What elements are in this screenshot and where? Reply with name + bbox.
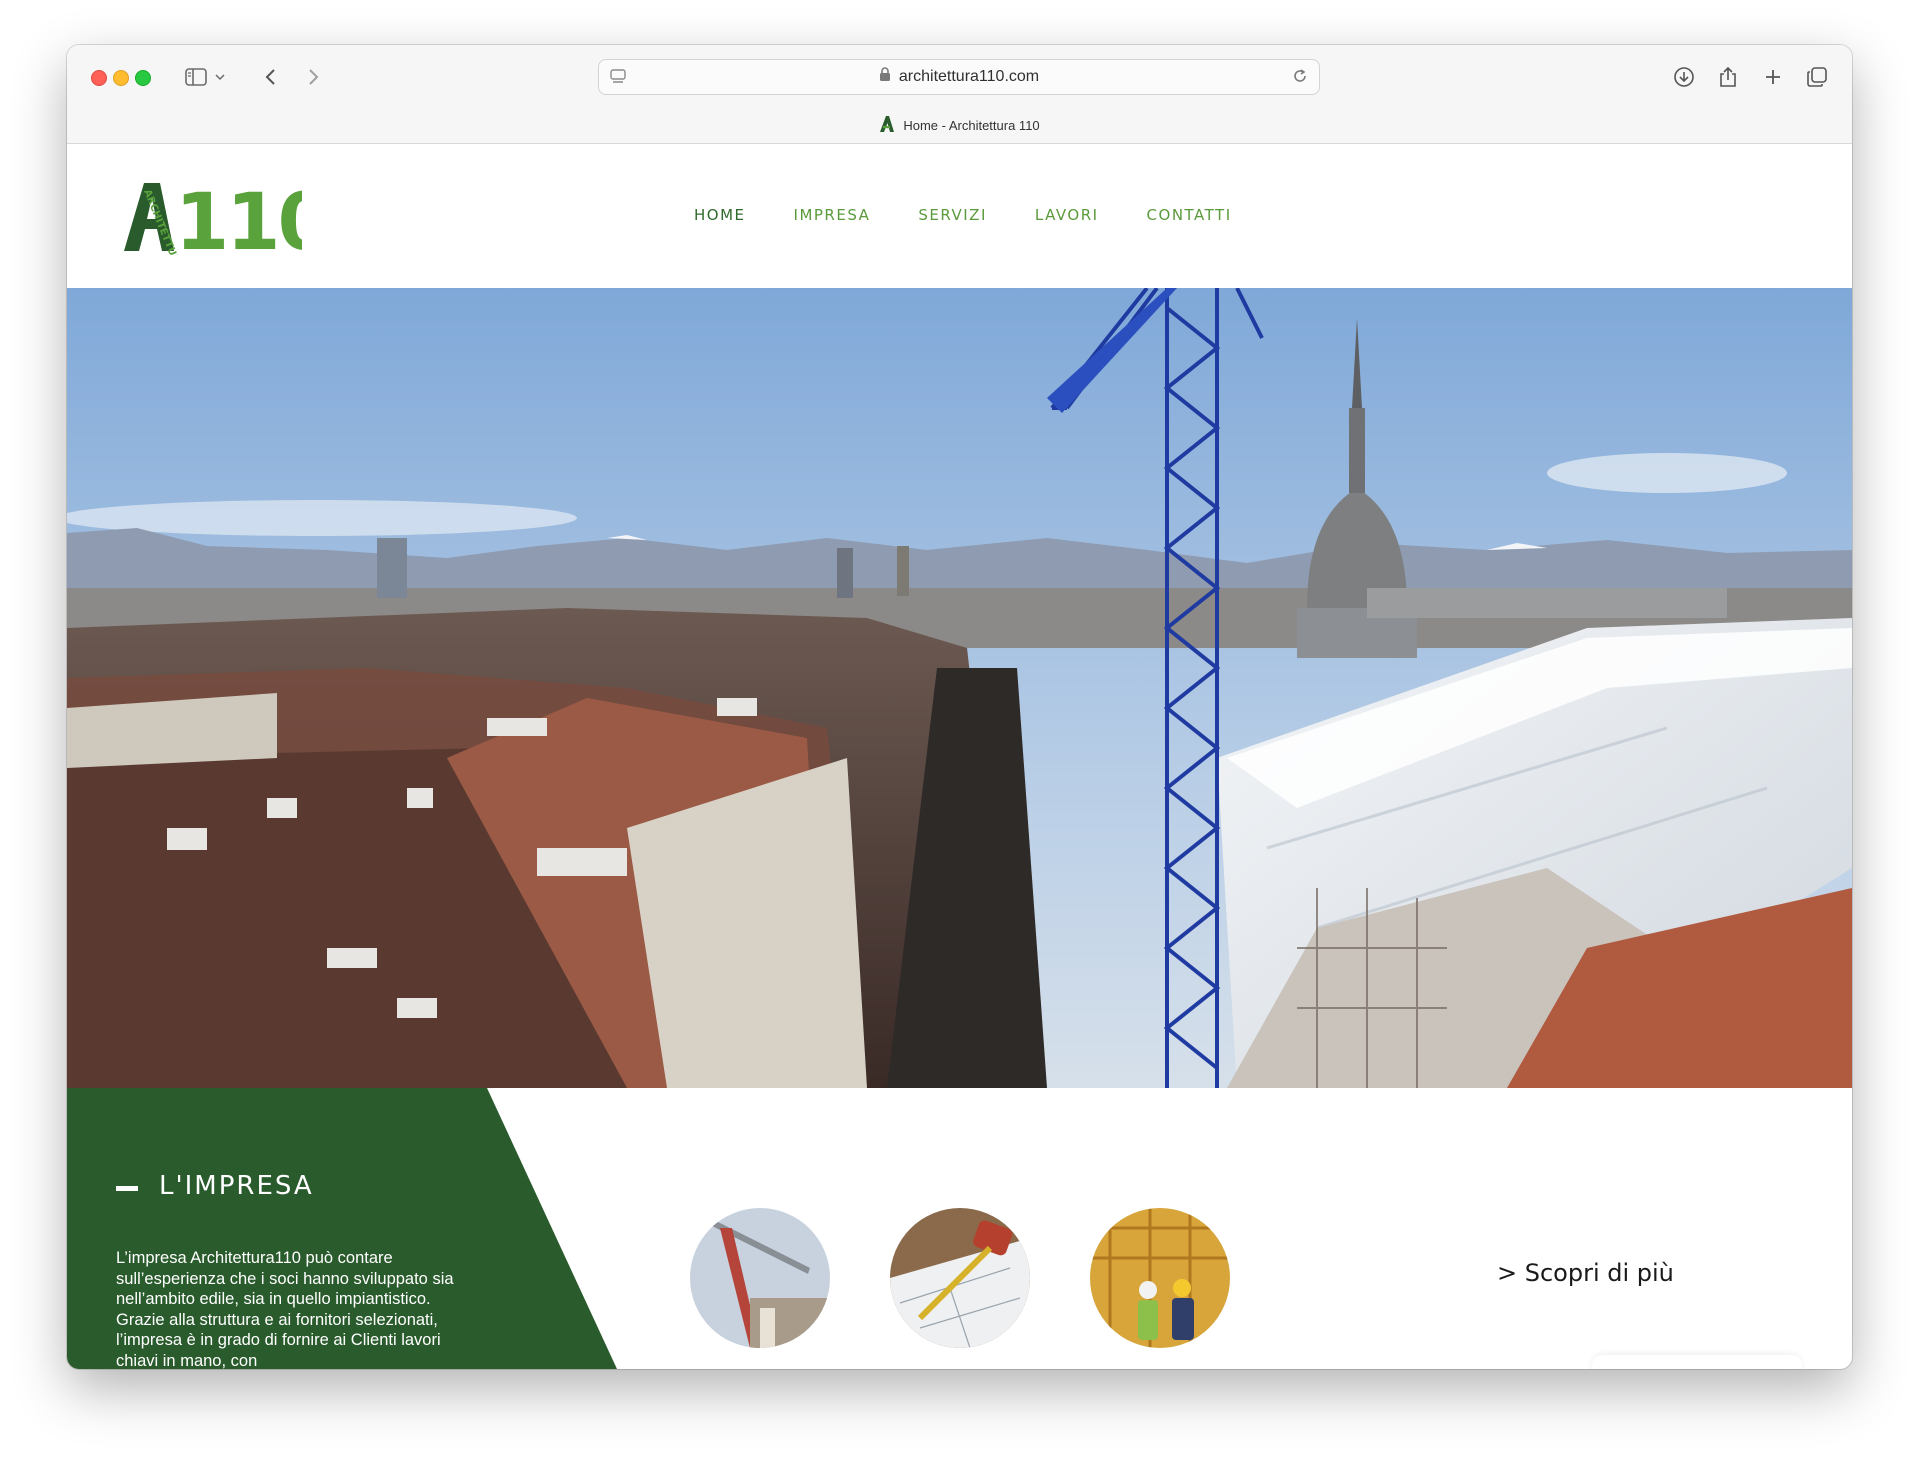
nav-item-contatti[interactable]: CONTATTI [1147,206,1232,224]
browser-window: architettura110.com Home - Architettura … [67,45,1852,1369]
impresa-dash [116,1186,138,1191]
nav-item-impresa[interactable]: IMPRESA [794,206,871,224]
share-icon[interactable] [1713,62,1743,92]
browser-toolbar: architettura110.com Home - Architettura … [67,45,1852,144]
active-tab[interactable]: Home - Architettura 110 [67,115,1852,135]
workers-photo-circle[interactable] [1090,1208,1230,1348]
minimize-window-button[interactable] [113,70,129,86]
tab-title-text: Home - Architettura 110 [903,117,1040,133]
site-logo[interactable]: 110 ARCHITETTURA [122,178,332,272]
nav-item-servizi[interactable]: SERVIZI [918,206,987,224]
forward-icon[interactable] [299,62,329,92]
tabs-overview-icon[interactable] [1802,62,1832,92]
chat-widget-stub[interactable] [1592,1355,1802,1369]
logo-number: 110 [175,179,302,255]
lock-icon [879,67,891,87]
zoom-window-button[interactable] [135,70,151,86]
impresa-title: L'IMPRESA [159,1171,314,1201]
download-icon[interactable] [1669,62,1699,92]
tape-measure-photo-circle[interactable] [890,1208,1030,1348]
chevron-down-icon[interactable] [212,62,228,92]
close-window-button[interactable] [91,70,107,86]
hero-image [67,288,1852,1088]
url-text: architettura110.com [898,68,1040,85]
page-menu-icon[interactable] [609,67,627,90]
scopri-di-piu-link[interactable]: > Scopri di più [1497,1259,1674,1287]
main-nav: HOME IMPRESA SERVIZI LAVORI CONTATTI [694,206,1280,224]
address-bar[interactable]: architettura110.com [598,59,1320,95]
sidebar-icon[interactable] [181,62,211,92]
site-header: 110 ARCHITETTURA HOME IMPRESA SERVIZI LA… [67,144,1852,288]
site-favicon-icon [879,115,895,136]
impresa-text: L’impresa Architettura110 può contare su… [116,1249,454,1369]
nav-item-home[interactable]: HOME [694,206,746,224]
crane-photo-circle[interactable] [690,1208,830,1348]
nav-item-lavori[interactable]: LAVORI [1035,206,1099,224]
new-tab-icon[interactable] [1758,62,1788,92]
reload-icon[interactable] [1291,67,1309,90]
back-icon[interactable] [255,62,285,92]
